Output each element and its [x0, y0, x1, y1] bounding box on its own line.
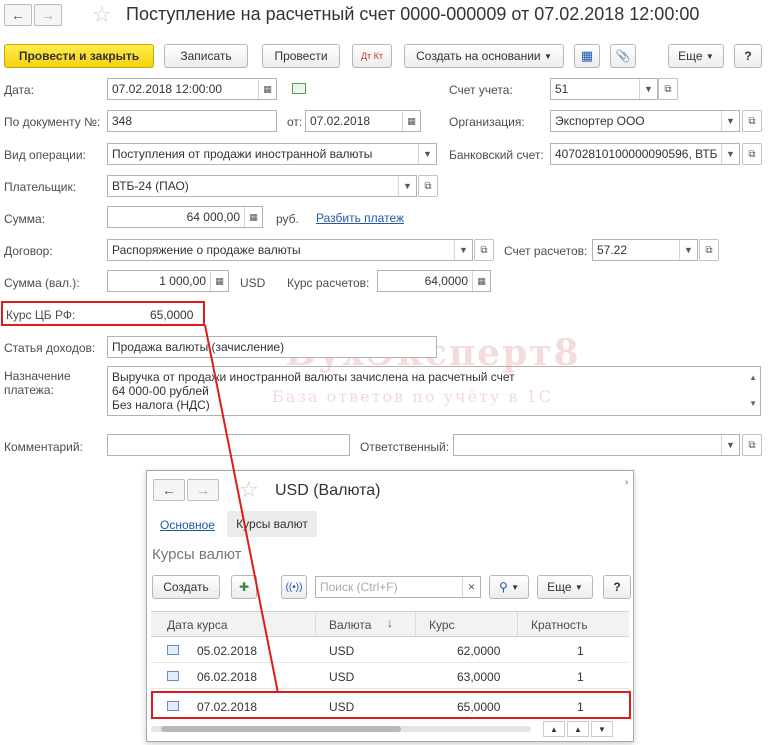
- highlight-connector: [204, 324, 279, 694]
